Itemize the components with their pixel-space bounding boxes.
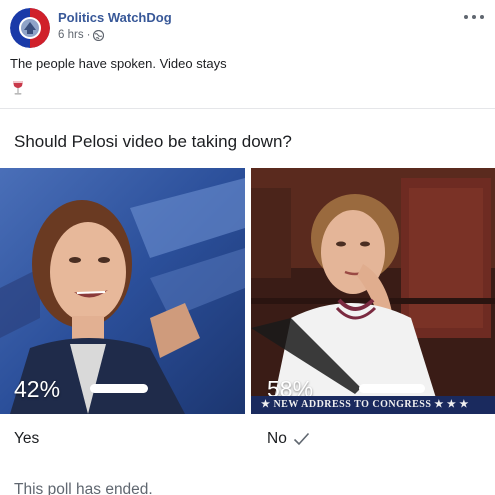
globe-icon[interactable]: [93, 29, 105, 41]
page-avatar[interactable]: [10, 8, 50, 48]
page-name-link[interactable]: Politics WatchDog: [58, 10, 172, 25]
poll-question: Should Pelosi video be taking down?: [14, 132, 292, 151]
post-text: The people have spoken. Video stays: [10, 56, 227, 71]
no-label: No: [267, 430, 287, 447]
poll-option-yes-image[interactable]: 42%: [0, 168, 245, 414]
divider: [0, 108, 495, 109]
wine-glass-icon: [11, 80, 25, 96]
checkmark-icon: [293, 432, 310, 446]
post-header: Politics WatchDog 6 hrs ·: [10, 8, 490, 48]
poll-option-no-image[interactable]: 58% ★ NEW ADDRESS TO CONGRESS ★ ★ ★: [251, 168, 495, 414]
poll-status: This poll has ended.: [14, 481, 153, 495]
no-result-bar: [359, 384, 425, 393]
facebook-post: Politics WatchDog 6 hrs · The people hav…: [0, 0, 495, 495]
yes-result-bar: [90, 384, 148, 393]
post-meta: 6 hrs ·: [58, 29, 105, 41]
meta-separator: ·: [86, 29, 91, 41]
yes-percent: 42%: [14, 376, 61, 402]
more-options-icon[interactable]: [464, 10, 484, 24]
poll-option-no[interactable]: No: [267, 430, 310, 448]
poll-option-yes[interactable]: Yes: [14, 430, 39, 448]
post-timestamp[interactable]: 6 hrs: [58, 29, 84, 41]
news-chyron: ★ NEW ADDRESS TO CONGRESS ★ ★ ★: [251, 396, 495, 414]
yes-label: Yes: [14, 430, 40, 447]
